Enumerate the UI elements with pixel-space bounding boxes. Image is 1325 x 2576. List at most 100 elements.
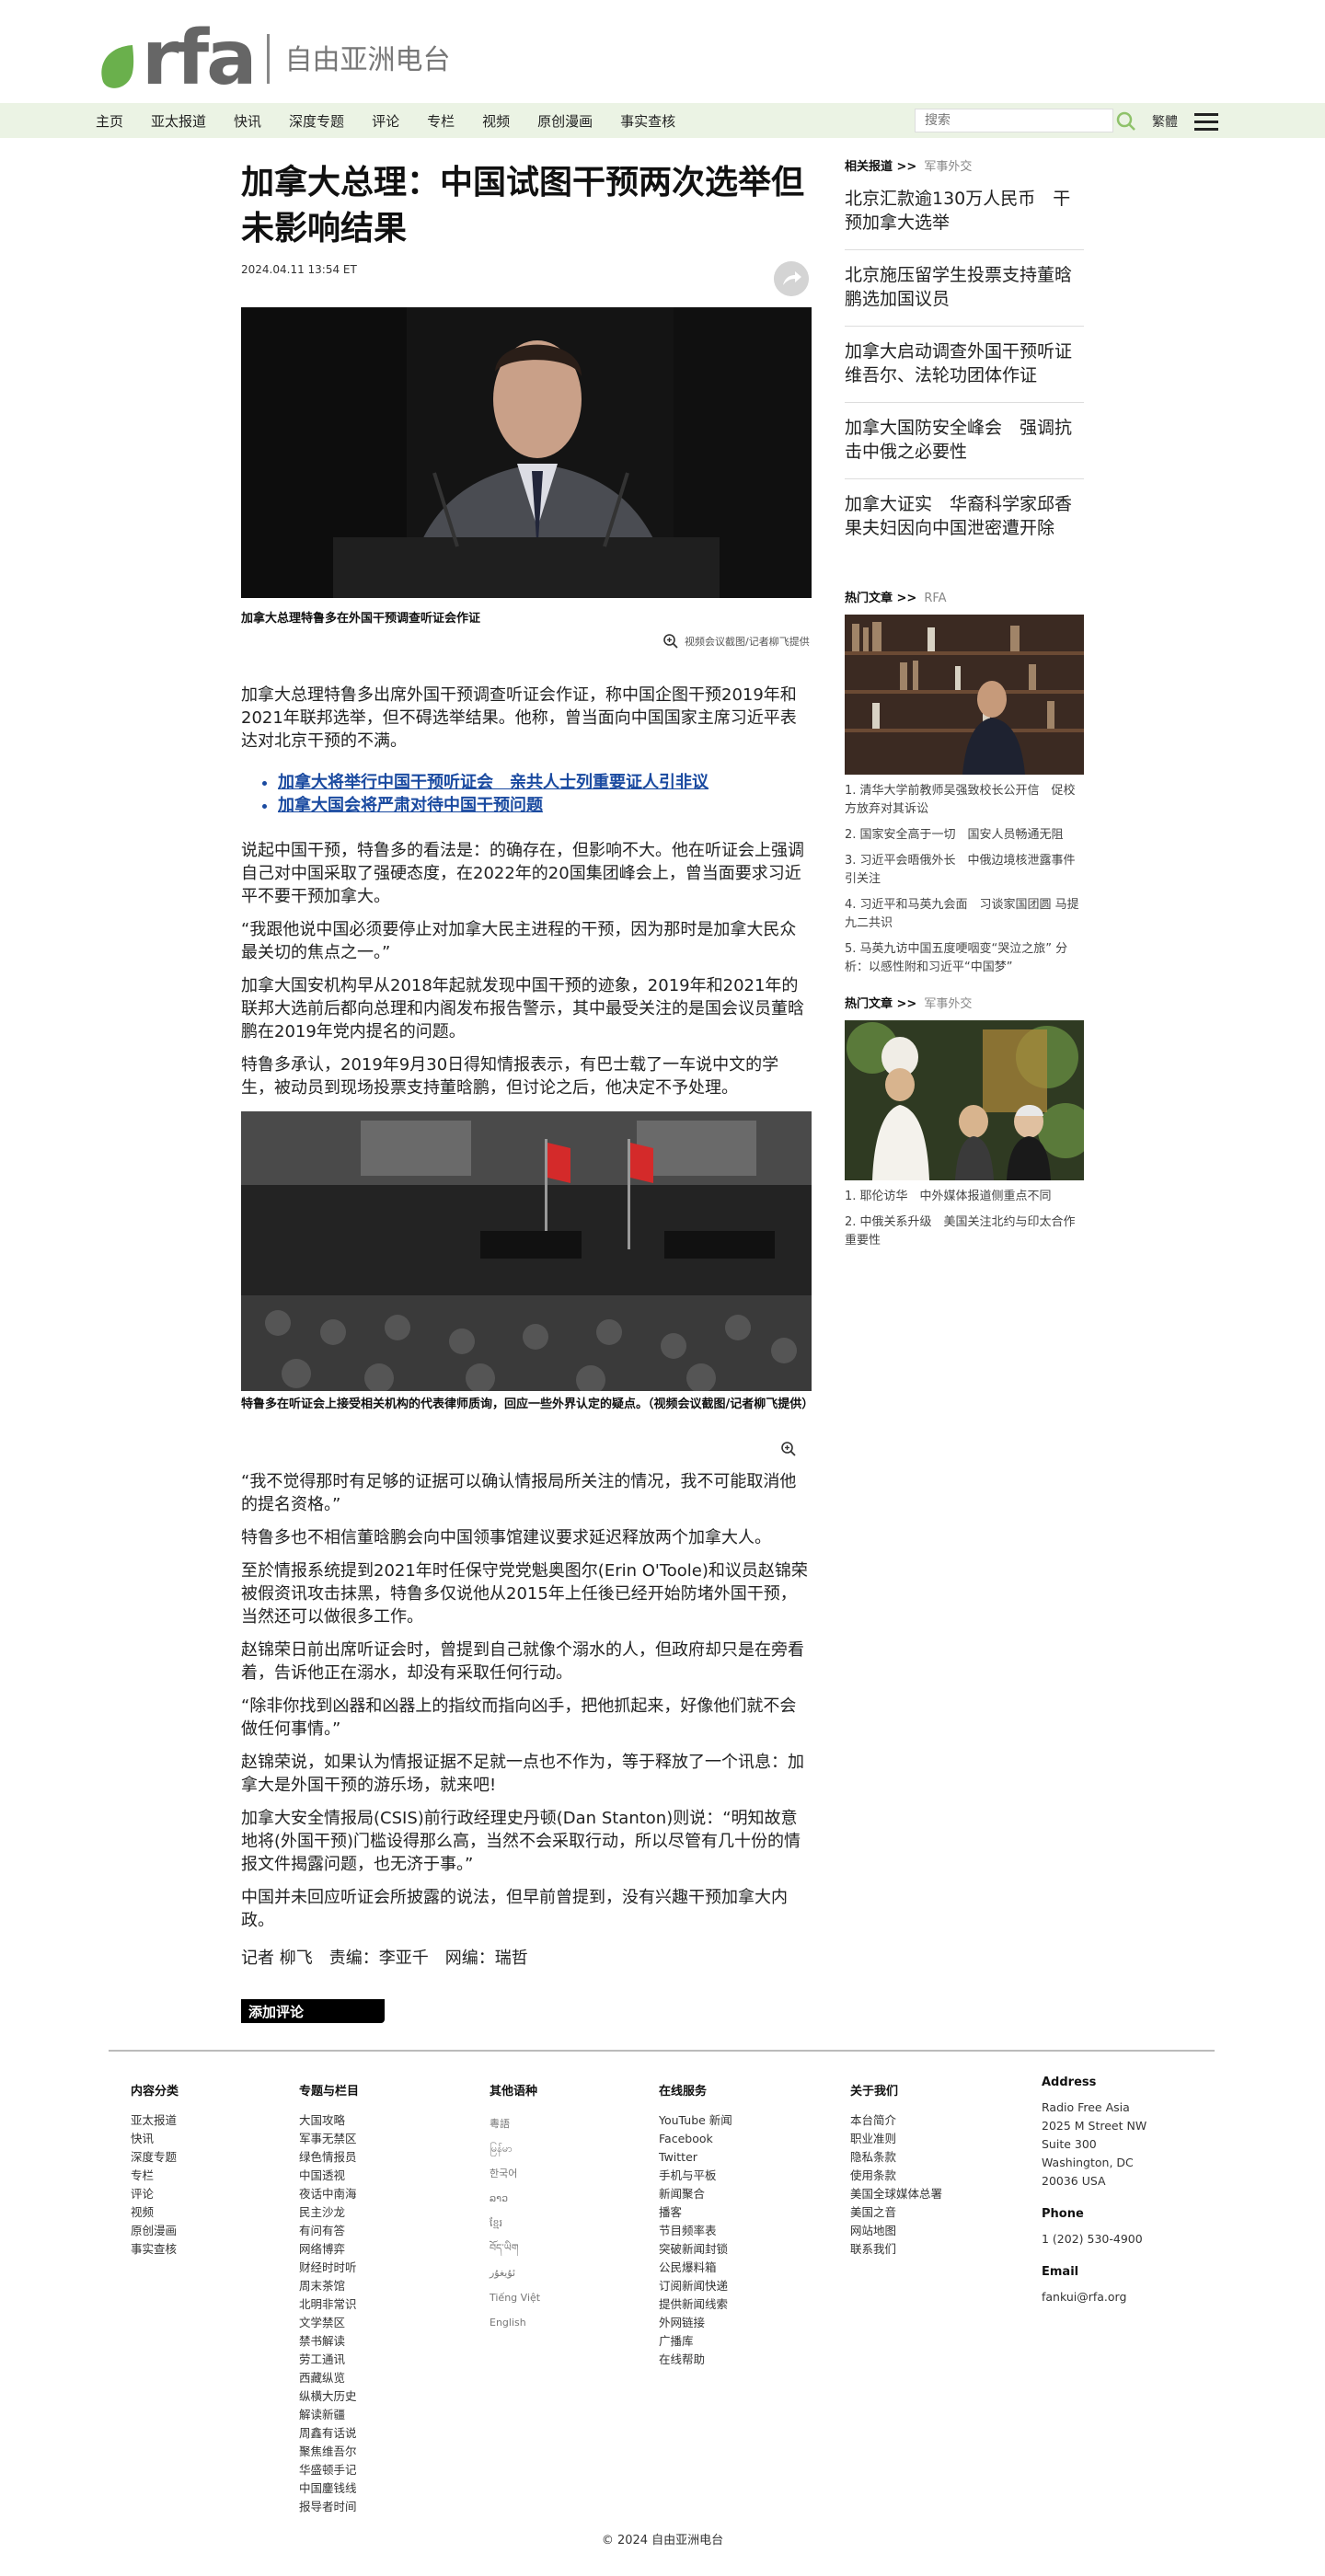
nav-home[interactable]: 主页 [96,111,123,131]
footer-link[interactable]: 深度专题 [131,2150,177,2164]
site-logo[interactable]: rfa 自由亚洲电台 [98,21,450,97]
footer-link[interactable]: 军事无禁区 [299,2132,357,2145]
hot-article-item[interactable]: 3. 习近平会晤俄外长 中俄边境核泄露事件引关注 [845,852,1084,889]
hot-heading-link[interactable]: 热门文章 >> [845,592,916,605]
footer-link[interactable]: 周末茶馆 [299,2279,345,2293]
sidebar-related-story[interactable]: 加拿大国防安全峰会 强调抗击中俄之必要性 [845,403,1084,479]
zoom-in-icon[interactable] [662,633,679,650]
footer-link[interactable]: 美国之音 [850,2205,896,2219]
hot-article-item[interactable]: 1. 清华大学前教师吴强致校长公开信 促校方放弃对其诉讼 [845,782,1084,819]
footer-link[interactable]: 报导者时间 [299,2500,357,2513]
footer-link[interactable]: 专栏 [131,2168,154,2182]
footer-link[interactable]: 禁书解读 [299,2334,345,2348]
language-link[interactable]: ខ្មែរ [490,2217,502,2229]
footer-link[interactable]: 财经时时听 [299,2260,357,2274]
footer-link[interactable]: 播客 [659,2205,682,2219]
footer-link[interactable]: 快讯 [131,2132,154,2145]
footer-link[interactable]: 新闻聚合 [659,2187,705,2201]
footer-link[interactable]: 网络博弈 [299,2242,345,2256]
sidebar-related-story[interactable]: 北京汇款逾130万人民币 干预加拿大选举 [845,174,1084,250]
footer-link[interactable]: 突破新闻封锁 [659,2242,728,2256]
footer-link[interactable]: 美国全球媒体总署 [850,2187,942,2201]
footer-link[interactable]: 隐私条款 [850,2150,896,2164]
related-link[interactable]: 加拿大将举行中国干预听证会 亲共人士列重要证人引非议 [278,773,709,792]
nav-columns[interactable]: 专栏 [427,111,455,131]
footer-link[interactable]: Facebook [659,2132,713,2145]
nav-in-depth[interactable]: 深度专题 [289,111,344,131]
zoom-in-icon[interactable] [780,1441,797,1457]
share-icon[interactable] [774,261,809,296]
footer-link[interactable]: YouTube 新闻 [659,2113,732,2127]
nav-fact-check[interactable]: 事实查核 [620,111,675,131]
footer-link[interactable]: 原创漫画 [131,2224,177,2237]
footer-link[interactable]: 劳工通讯 [299,2352,345,2366]
footer-link[interactable]: 广播库 [659,2334,694,2348]
footer-link[interactable]: 聚焦维吾尔 [299,2444,357,2458]
footer-link[interactable]: 有问有答 [299,2224,345,2237]
related-heading-link[interactable]: 相关报道 >> [845,160,916,174]
hot-heading-link[interactable]: 热门文章 >> [845,997,916,1011]
article-photo-trudeau[interactable] [241,307,812,598]
language-link[interactable]: ລາວ [490,2192,508,2204]
nav-asia-pacific[interactable]: 亚太报道 [151,111,206,131]
footer-link[interactable]: 视频 [131,2205,154,2219]
language-link[interactable]: English [490,2317,526,2329]
footer-link[interactable]: 中国透视 [299,2168,345,2182]
footer-link[interactable]: 北明非常识 [299,2297,357,2311]
sidebar-related-story[interactable]: 加拿大启动调查外国干预听证维吾尔、法轮功团体作证 [845,327,1084,403]
hot-article-item[interactable]: 4. 习近平和马英九会面 习谈家国团圆 马提九二共识 [845,896,1084,933]
footer-link[interactable]: 西藏纵览 [299,2371,345,2385]
footer-link[interactable]: 公民爆料箱 [659,2260,717,2274]
sidebar-related-story[interactable]: 北京施压留学生投票支持董晗鹏选加国议员 [845,250,1084,327]
footer-link[interactable]: 网站地图 [850,2224,896,2237]
language-link[interactable]: Tiếng Việt [490,2292,540,2304]
footer-link[interactable]: 民主沙龙 [299,2205,345,2219]
footer-link[interactable]: 绿色情报员 [299,2150,357,2164]
nav-cartoons[interactable]: 原创漫画 [537,111,593,131]
footer-link[interactable]: 订阅新闻快递 [659,2279,728,2293]
footer-link[interactable]: 大国攻略 [299,2113,345,2127]
language-link[interactable]: བོད་ཡིག [490,2242,518,2254]
language-link[interactable]: 粵語 [490,2118,510,2130]
footer-link[interactable]: 职业准则 [850,2132,896,2145]
hot-article-item[interactable]: 2. 中俄关系升级 美国关注北约与印太合作重要性 [845,1213,1084,1250]
search-icon[interactable] [1115,110,1137,132]
footer-link[interactable]: 使用条款 [850,2168,896,2182]
footer-link[interactable]: 本台简介 [850,2113,896,2127]
language-link[interactable]: 한국어 [490,2168,517,2179]
footer-link[interactable]: 评论 [131,2187,154,2201]
footer-link[interactable]: 解读新疆 [299,2408,345,2421]
footer-link[interactable]: 纵横大历史 [299,2389,357,2403]
hot-article-photo[interactable] [845,615,1084,775]
language-link[interactable]: မြန်မာ [490,2143,513,2155]
nav-video[interactable]: 视频 [482,111,510,131]
add-comment-button[interactable]: 添加评论 [241,1999,385,2023]
nav-breaking[interactable]: 快讯 [234,111,261,131]
language-link[interactable]: ئۇيغۇر [490,2267,515,2279]
footer-link[interactable]: 夜话中南海 [299,2187,357,2201]
footer-link[interactable]: 手机与平板 [659,2168,717,2182]
footer-link[interactable]: 事实查核 [131,2242,177,2256]
hot-article-item[interactable]: 1. 耶伦访华 中外媒体报道侧重点不同 [845,1188,1084,1206]
related-link[interactable]: 加拿大国会将严肃对待中国干预问题 [278,796,543,815]
footer-link[interactable]: 亚太报道 [131,2113,177,2127]
search-input[interactable] [915,109,1113,132]
hot-article-photo[interactable] [845,1020,1084,1180]
article-photo-hearing[interactable] [241,1111,812,1391]
footer-link[interactable]: 文学禁区 [299,2316,345,2329]
footer-link[interactable]: 节目频率表 [659,2224,717,2237]
footer-link[interactable]: 在线帮助 [659,2352,705,2366]
footer-link[interactable]: 华盛顿手记 [299,2463,357,2477]
traditional-chinese-toggle[interactable]: 繁體 [1152,112,1178,131]
footer-link[interactable]: 中国鏖钱线 [299,2481,357,2495]
footer-link[interactable]: 外网链接 [659,2316,705,2329]
hamburger-menu-icon[interactable] [1194,113,1218,132]
nav-commentary[interactable]: 评论 [372,111,399,131]
footer-link[interactable]: 周鑫有话说 [299,2426,357,2440]
footer-link[interactable]: 提供新闻线索 [659,2297,728,2311]
sidebar-related-story[interactable]: 加拿大证实 华裔科学家邱香果夫妇因向中国泄密遭开除 [845,479,1084,555]
hot-article-item[interactable]: 2. 国家安全高于一切 国安人员畅通无阻 [845,826,1084,845]
hot-article-item[interactable]: 5. 马英九访中国五度哽咽变“哭泣之旅” 分析：以感性附和习近平“中国梦” [845,940,1084,977]
footer-link[interactable]: 联系我们 [850,2242,896,2256]
footer-link[interactable]: Twitter [659,2150,697,2164]
